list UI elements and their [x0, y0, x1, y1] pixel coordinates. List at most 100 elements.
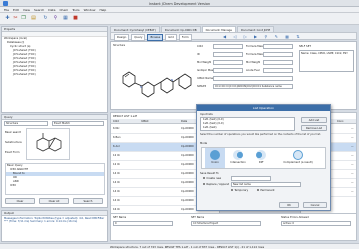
tree-item[interactable]: JCH-shared (TOC): [2, 73, 107, 77]
query-icon[interactable]: ⚲: [52, 15, 59, 22]
checkbox-label: Permanent: [260, 189, 275, 193]
copy-icon[interactable]: ❐: [20, 15, 27, 22]
search-button[interactable]: Search: [73, 198, 103, 204]
smiles-value[interactable]: CC1=CC=C(C=C1)N2CCN(CC2)CCCC1 Substance …: [213, 84, 293, 89]
menu-window[interactable]: Window: [84, 8, 96, 12]
table-cell: 12 Or: [113, 163, 121, 166]
view-tab-browse[interactable]: Browse: [147, 34, 164, 41]
add-list-button[interactable]: Add List: [301, 117, 327, 123]
permanent-checkbox[interactable]: Permanent: [257, 189, 275, 192]
menu-view[interactable]: View: [23, 8, 30, 12]
right-field-value[interactable]: Name: Class, CPUR, LSMP, C1C2, ESY: [299, 50, 354, 72]
column-header[interactable]: Cdid: [113, 120, 119, 123]
list-operation-dialog: List Operation Input lists 1st1 (test) (…: [196, 104, 331, 211]
match-type-select[interactable]: Exact Match: [52, 121, 104, 126]
view-tab-form[interactable]: Form: [178, 34, 192, 41]
view-tab-grid[interactable]: Grid: [165, 34, 177, 41]
svg-text:N: N: [140, 85, 142, 89]
field-value[interactable]: [263, 68, 293, 73]
stop-icon[interactable]: ■: [72, 15, 79, 22]
field-value[interactable]: [213, 44, 243, 49]
molecule-drawing: N N: [122, 71, 192, 98]
table-cell: 12 Or: [113, 154, 121, 157]
right-field-label: SELF SET: [299, 45, 311, 48]
complement-icon: [293, 150, 303, 160]
table-cell: —: [351, 145, 354, 148]
new-list-name-field[interactable]: [231, 176, 271, 181]
structure-label: Structure: [113, 44, 126, 47]
field-value[interactable]: [263, 60, 293, 65]
detail-value[interactable]: Cd Structure Project: [191, 221, 261, 226]
navigation-icons[interactable]: ◀ ◁ ▷ ▶ ⚲ ✎ ▦ ⇅: [223, 34, 303, 39]
result-name-field[interactable]: New list name: [231, 182, 301, 187]
field-value[interactable]: [213, 68, 243, 73]
ok-button[interactable]: OK: [279, 202, 299, 208]
mode-label-complement: Complement (a result): [283, 161, 313, 164]
remove-list-button[interactable]: Remove List: [301, 125, 327, 131]
table-cell: Cp-00000: [181, 181, 194, 184]
column-header[interactable]: Date: [181, 120, 187, 123]
query-tree-item[interactable]: IC50: [6, 184, 104, 188]
table-cell: —: [351, 154, 354, 157]
structure-canvas[interactable]: N N: [113, 48, 193, 108]
list-item[interactable]: 1st1 (test): [201, 126, 294, 130]
mode-label-union: Union: [211, 161, 219, 164]
clear-all-button[interactable]: Clear All: [39, 198, 69, 204]
mode-complement[interactable]: Complement (a result): [274, 148, 322, 168]
result-option-create[interactable]: Create new: [203, 177, 221, 180]
column-header[interactable]: Conc.: [337, 120, 344, 123]
paste-icon[interactable]: ▤: [30, 15, 37, 22]
view-tab-design[interactable]: Design: [114, 34, 130, 41]
title-bar: Instant JChem Development Version: [0, 0, 359, 7]
query-panel: Query Structure Exact Match Basic search…: [1, 114, 108, 208]
field-value[interactable]: [263, 52, 293, 57]
mode-label-diff: Diff: [258, 161, 264, 164]
menu-search[interactable]: Search: [34, 8, 44, 12]
table-cell: 6 Nic: [113, 127, 120, 130]
detail-value[interactable]: Active: 0: [281, 221, 351, 226]
query-structure-drawing: [36, 133, 62, 152]
clear-button[interactable]: Clear: [5, 198, 35, 204]
grid-title: RESULT LIST 1.sdf: [113, 114, 137, 118]
field-value[interactable]: [263, 44, 293, 49]
field-value[interactable]: [213, 60, 243, 65]
table-cell: 14 Or: [113, 172, 121, 175]
cancel-button[interactable]: Cancel: [303, 202, 327, 208]
column-header[interactable]: IUPAC: [141, 120, 149, 123]
field-value[interactable]: [213, 76, 293, 81]
field-value[interactable]: [213, 52, 243, 57]
dialog-description: Select the number of operations you woul…: [200, 133, 321, 136]
mode-label: Mode: [200, 142, 208, 145]
mode-union[interactable]: Union: [205, 148, 225, 168]
result-option-replace[interactable]: Replace / Append: [203, 183, 229, 186]
table-cell: Cp-00000: [181, 199, 194, 202]
menu-tools[interactable]: Tools: [72, 8, 79, 12]
menu-chem[interactable]: Chem: [59, 8, 68, 12]
field-label: CdId: [197, 45, 203, 48]
input-lists-label: Input lists: [200, 113, 213, 116]
query-structure-canvas[interactable]: [26, 128, 70, 160]
table-cell: Cp-00000: [181, 127, 194, 130]
status-bar: Workspace structure. 7 out of 743 rows. …: [0, 243, 359, 249]
table-cell: —: [351, 181, 354, 184]
menu-help[interactable]: Help: [99, 8, 106, 12]
mode-diff[interactable]: Diff: [251, 148, 271, 168]
new-icon[interactable]: ✚: [4, 15, 11, 22]
union-icon: [210, 150, 220, 160]
window-title: Instant JChem Development Version: [148, 1, 211, 6]
menu-data[interactable]: Data: [48, 8, 55, 12]
grid-icon[interactable]: ▦: [62, 15, 69, 22]
main-toolbar: ✚ ✂ ❐ ▤ ↻ ⚲ ▦ ■: [0, 13, 359, 25]
view-tab-query[interactable]: Query: [131, 34, 146, 41]
detail-strip: SET Name 0 SET Name Cd Structure Project…: [110, 213, 357, 241]
menu-edit[interactable]: Edit: [13, 8, 19, 12]
menu-file[interactable]: File: [4, 8, 9, 12]
table-cell: —: [351, 172, 354, 175]
detail-value[interactable]: 0: [113, 221, 173, 226]
cut-icon[interactable]: ✂: [12, 15, 19, 22]
refresh-icon[interactable]: ↻: [42, 15, 49, 22]
table-cell: Cp-00000: [181, 163, 194, 166]
temporary-checkbox[interactable]: Temporary: [231, 189, 248, 192]
query-type-select[interactable]: Structure: [4, 121, 48, 126]
mode-intersection[interactable]: Intersection: [228, 148, 248, 168]
